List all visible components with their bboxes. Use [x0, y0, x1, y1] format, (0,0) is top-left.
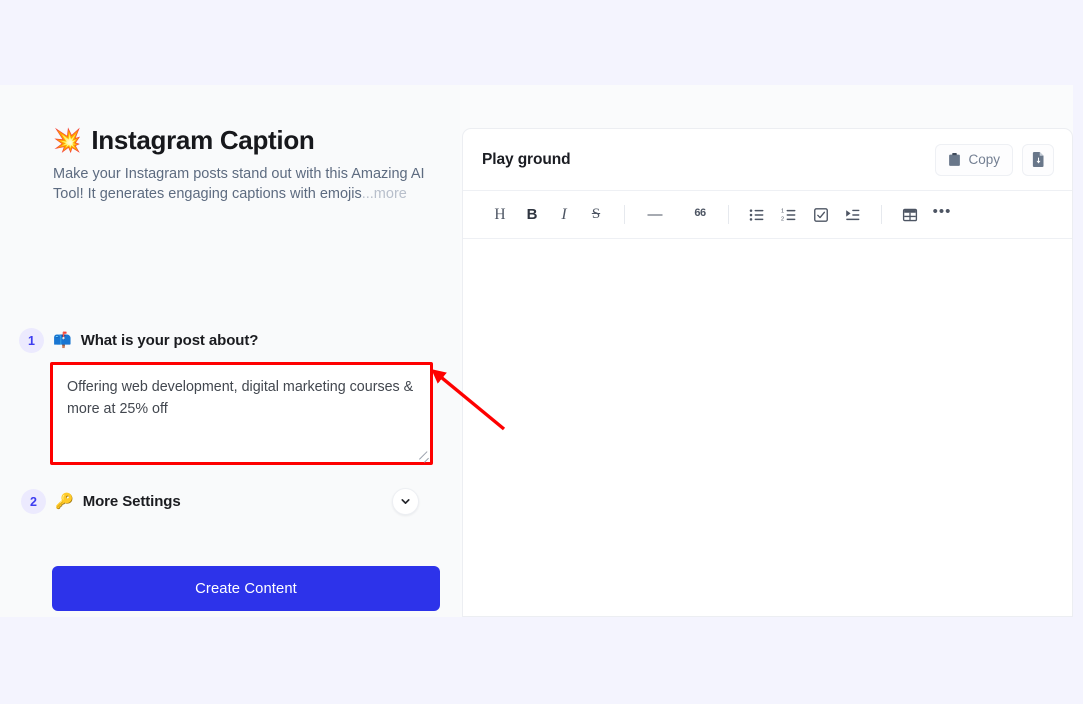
quote-icon: 66: [694, 206, 706, 219]
form-step-1-header: 1 📫 What is your post about?: [19, 328, 258, 353]
toolbar-numbered-list-button[interactable]: 1 2: [774, 200, 804, 230]
svg-text:2: 2: [781, 216, 784, 222]
table-icon: [902, 208, 918, 221]
mailbox-icon: 📫: [53, 332, 72, 349]
playground-title: Play ground: [482, 150, 571, 168]
editor-content-area[interactable]: [463, 239, 1072, 616]
post-topic-textarea[interactable]: [50, 362, 433, 465]
horizontal-rule-icon: —: [647, 206, 663, 223]
toolbar-more-options-button[interactable]: •••: [927, 200, 957, 230]
indent-icon: [846, 209, 860, 220]
bullet-list-icon: [749, 208, 764, 221]
more-settings-toggle-button[interactable]: [392, 488, 419, 515]
toolbar-bullet-list-button[interactable]: [742, 200, 772, 230]
step-1-label: What is your post about?: [80, 332, 259, 349]
canvas-right-gutter: [1073, 85, 1083, 617]
download-button[interactable]: [1022, 143, 1054, 176]
step-badge-2: 2: [21, 489, 46, 514]
strikethrough-icon: S: [591, 206, 601, 222]
file-download-icon: [1032, 152, 1043, 167]
step-badge-1: 1: [19, 328, 44, 353]
read-more-link[interactable]: ...more: [362, 186, 407, 202]
tool-form-pane: 💥 Instagram Caption Make your Instagram …: [0, 85, 460, 617]
editor-toolbar: H B I S — 66 1 2 •••: [463, 191, 1072, 239]
copy-button[interactable]: Copy: [935, 143, 1013, 176]
toolbar-table-button[interactable]: [895, 200, 925, 230]
post-topic-field-wrapper: [50, 362, 433, 465]
toolbar-indent-button[interactable]: [838, 200, 868, 230]
playground-header: Play ground Copy: [463, 129, 1072, 191]
toolbar-horizontal-rule-button[interactable]: —: [638, 200, 672, 230]
clipboard-icon: [949, 152, 961, 166]
key-icon: 🔑: [55, 493, 74, 510]
checkbox-icon: [814, 207, 828, 222]
toolbar-checklist-button[interactable]: [806, 200, 836, 230]
page-title-text: Instagram Caption: [91, 125, 315, 155]
step-2-label: More Settings: [82, 493, 181, 510]
tool-description: Make your Instagram posts stand out with…: [53, 164, 443, 204]
form-step-2-header[interactable]: 2 🔑 More Settings: [21, 489, 181, 514]
create-content-button[interactable]: Create Content: [52, 566, 440, 611]
page-title: 💥 Instagram Caption: [53, 126, 443, 155]
svg-text:1: 1: [781, 208, 784, 214]
toolbar-bold-button[interactable]: B: [517, 200, 547, 230]
toolbar-italic-button[interactable]: I: [549, 200, 579, 230]
tool-hero: 💥 Instagram Caption Make your Instagram …: [53, 126, 443, 204]
chevron-down-icon: [401, 499, 410, 504]
toolbar-separator: [881, 205, 882, 224]
toolbar-separator: [728, 205, 729, 224]
playground-actions: Copy: [935, 143, 1054, 176]
toolbar-separator: [624, 205, 625, 224]
copy-button-label: Copy: [968, 152, 1000, 167]
italic-icon: I: [561, 205, 567, 223]
numbered-list-icon: 1 2: [781, 208, 796, 222]
app-root: 💥 Instagram Caption Make your Instagram …: [0, 0, 1083, 704]
toolbar-blockquote-button[interactable]: 66: [685, 200, 715, 230]
collision-icon: 💥: [53, 126, 82, 153]
playground-panel: Play ground Copy H B I S — 66 1 2 •••: [462, 128, 1073, 617]
bold-icon: B: [526, 206, 538, 223]
ellipsis-icon: •••: [932, 203, 952, 220]
toolbar-heading-button[interactable]: H: [485, 200, 515, 230]
heading-icon: H: [494, 205, 506, 223]
toolbar-strikethrough-button[interactable]: S: [581, 200, 611, 230]
